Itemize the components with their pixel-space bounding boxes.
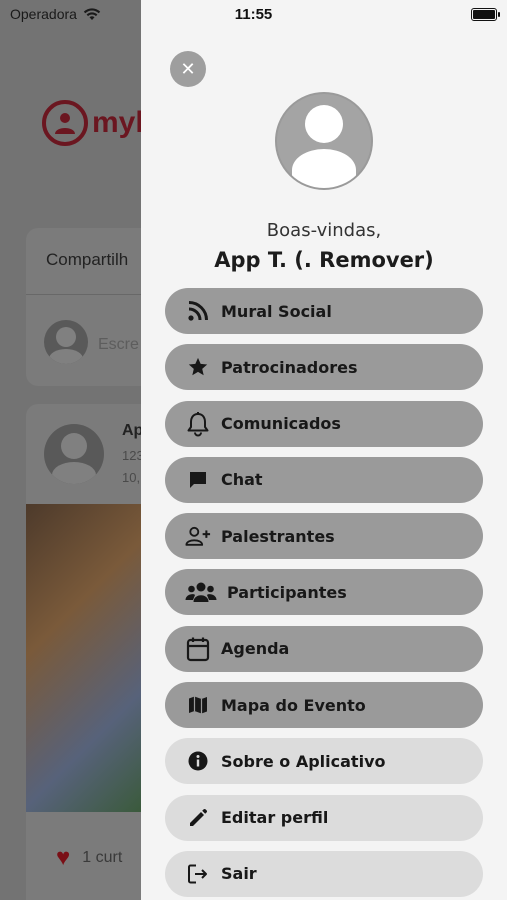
- menu-item-label: Editar perfil: [221, 808, 329, 828]
- menu-item-sair[interactable]: Sair: [165, 850, 483, 897]
- menu-item-mural-social[interactable]: Mural Social: [165, 288, 483, 334]
- close-button[interactable]: ✕: [170, 51, 206, 87]
- drawer-menu: Mural Social Patrocinadores Comunicados …: [165, 288, 483, 900]
- menu-item-comunicados[interactable]: Comunicados: [165, 400, 483, 447]
- app-logo: myl: [42, 100, 144, 146]
- battery-icon: [471, 8, 497, 21]
- share-title: Compartilh: [46, 250, 129, 269]
- chat-bubble-icon: [185, 467, 211, 493]
- rss-icon: [185, 298, 211, 324]
- wifi-icon: [83, 8, 101, 20]
- logout-icon: [185, 861, 211, 887]
- post-likes: ♥ 1 curt: [56, 844, 122, 872]
- side-drawer: 11:55 ✕ Boas-vindas, App T. (. Remover) …: [141, 0, 507, 900]
- menu-item-label: Agenda: [221, 639, 290, 659]
- close-icon: ✕: [180, 58, 196, 80]
- people-icon: [185, 579, 217, 605]
- avatar: [44, 424, 104, 484]
- avatar: [44, 320, 88, 364]
- menu-item-patrocinadores[interactable]: Patrocinadores: [165, 344, 483, 391]
- menu-item-label: Mural Social: [221, 301, 332, 321]
- menu-item-label: Chat: [221, 470, 263, 490]
- menu-item-participantes[interactable]: Participantes: [165, 569, 483, 616]
- post-meta: 10,: [122, 470, 141, 485]
- status-bar-left: Operadora: [10, 6, 101, 22]
- pencil-icon: [185, 805, 211, 831]
- share-input: Escre: [98, 336, 139, 353]
- menu-item-label: Participantes: [227, 582, 347, 602]
- status-time: 11:55: [234, 6, 273, 23]
- map-icon: [185, 692, 211, 718]
- menu-item-chat[interactable]: Chat: [165, 456, 483, 503]
- likes-count: 1 curt: [82, 849, 123, 866]
- greeting-text: Boas-vindas,: [266, 220, 382, 241]
- logo-text: myl: [92, 106, 144, 139]
- menu-item-label: Palestrantes: [221, 526, 335, 546]
- menu-item-label: Sobre o Aplicativo: [221, 751, 386, 771]
- menu-item-editar-perfil[interactable]: Editar perfil: [165, 794, 483, 841]
- heart-icon: ♥: [56, 844, 71, 871]
- carrier-label: Operadora: [10, 6, 77, 22]
- menu-item-mapa-do-evento[interactable]: Mapa do Evento: [165, 682, 483, 729]
- user-name: App T. (. Remover): [214, 248, 434, 272]
- menu-item-label: Comunicados: [221, 414, 341, 434]
- menu-item-agenda[interactable]: Agenda: [165, 625, 483, 672]
- battery-cap: [498, 12, 500, 17]
- bell-icon: [185, 411, 211, 437]
- star-icon: [185, 354, 211, 380]
- profile-avatar: [275, 92, 373, 190]
- menu-item-label: Sair: [221, 864, 257, 884]
- info-icon: [185, 748, 211, 774]
- menu-item-sobre-o-aplicativo[interactable]: Sobre o Aplicativo: [165, 738, 483, 785]
- menu-item-label: Mapa do Evento: [221, 695, 366, 715]
- person-add-icon: [185, 523, 211, 549]
- calendar-icon: [185, 636, 211, 662]
- menu-item-label: Patrocinadores: [221, 357, 358, 377]
- menu-item-palestrantes[interactable]: Palestrantes: [165, 513, 483, 560]
- logo-person-icon: [42, 100, 88, 146]
